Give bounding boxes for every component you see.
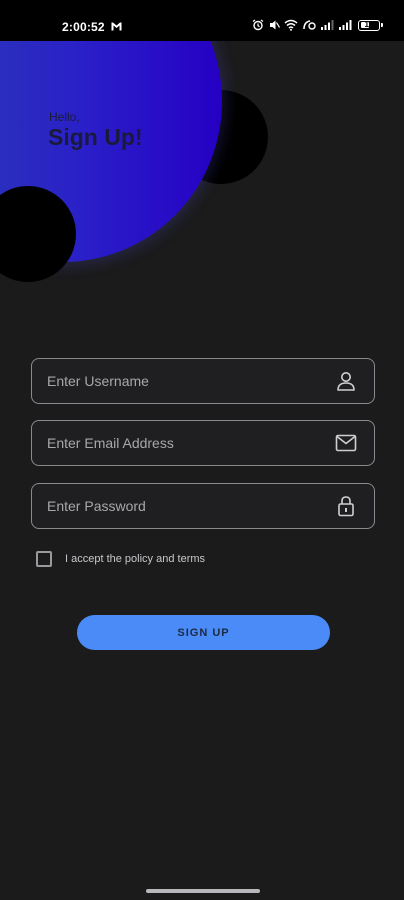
mute-icon: [270, 20, 280, 30]
email-input[interactable]: [32, 421, 334, 465]
status-bar: 2:00:52 18: [0, 0, 404, 41]
wifi-icon: [284, 19, 298, 31]
alarm-icon: [252, 19, 264, 31]
username-input[interactable]: [32, 359, 334, 403]
signal-1-icon: [321, 20, 334, 30]
signup-screen: 2:00:52 18 Hello, Sign Up! Enter Usernam…: [0, 0, 404, 900]
battery-level: 18: [364, 19, 374, 29]
status-time: 2:00:52: [62, 20, 105, 34]
lock-icon: [334, 494, 358, 518]
password-input[interactable]: [32, 484, 334, 528]
greeting-text: Hello,: [49, 110, 80, 124]
user-icon: [334, 369, 358, 393]
battery-icon: 18: [358, 19, 383, 31]
password-field[interactable]: [31, 483, 375, 529]
signup-button[interactable]: SIGN UP: [77, 615, 330, 650]
terms-label: I accept the policy and terms: [65, 553, 206, 565]
volte-icon: [303, 20, 316, 30]
signal-2-icon: [339, 20, 352, 30]
home-indicator[interactable]: [146, 889, 260, 893]
terms-row[interactable]: I accept the policy and terms: [36, 551, 205, 567]
terms-checkbox[interactable]: [36, 551, 52, 567]
email-field[interactable]: [31, 420, 375, 466]
mail-icon: [334, 431, 358, 455]
username-field[interactable]: [31, 358, 375, 404]
gmail-notification-icon: [111, 22, 122, 31]
page-title: Sign Up!: [48, 124, 143, 150]
status-icons: 18: [252, 19, 383, 31]
